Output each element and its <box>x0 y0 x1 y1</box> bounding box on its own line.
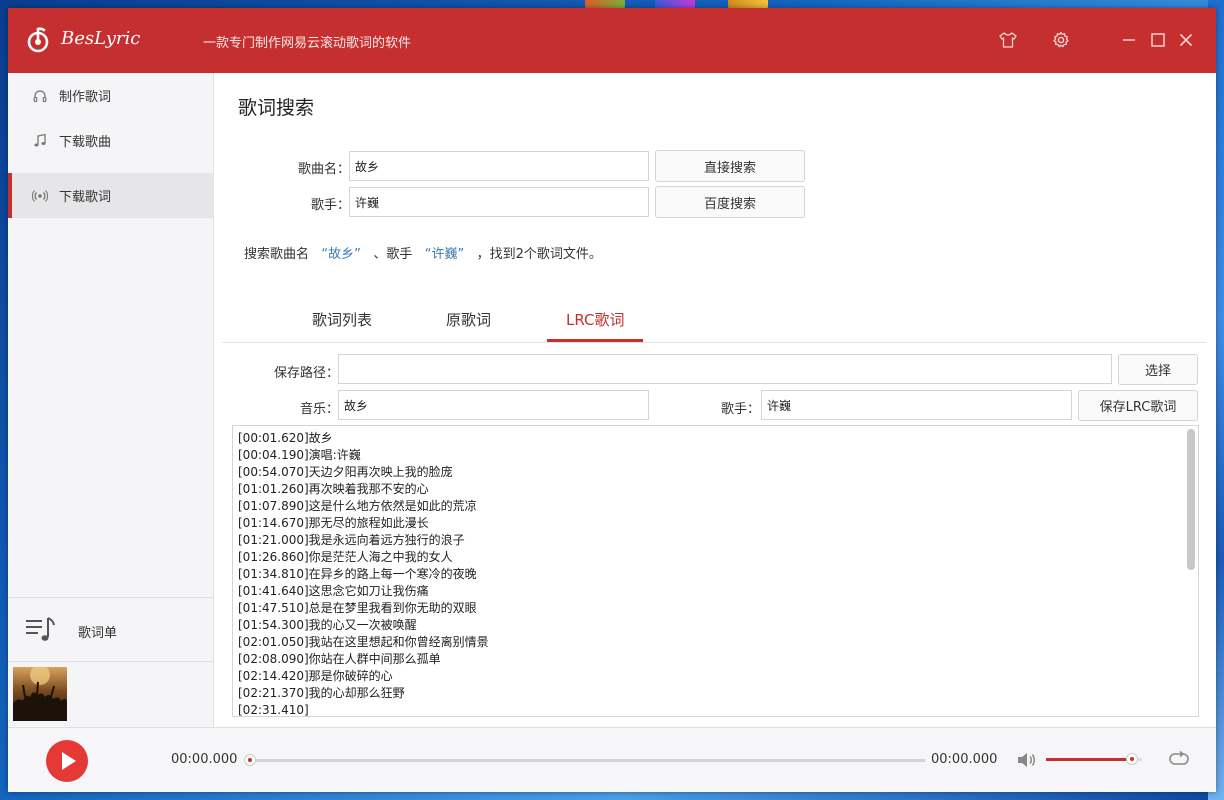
lrc-lyrics-textarea[interactable]: [00:01.620]故乡 [00:04.190]演唱:许巍 [00:54.07… <box>232 425 1199 717</box>
sidebar-item-make-lyrics[interactable]: 制作歌词 <box>8 73 213 118</box>
sidebar-item-download-songs[interactable]: 下载歌曲 <box>8 118 213 163</box>
tab-lrc-lyrics[interactable]: LRC歌词 <box>566 309 625 330</box>
volume-knob[interactable] <box>1125 753 1138 765</box>
music-note-icon <box>32 133 48 149</box>
music-label: 音乐： <box>299 402 339 417</box>
app-window: BesLyric 一款专门制作网易云滚动歌词的软件 制作歌词 下载歌曲 下载歌词… <box>8 8 1216 792</box>
volume-level <box>1046 758 1138 761</box>
progress-knob[interactable] <box>244 754 256 766</box>
total-time: 00:00.000 <box>931 752 998 767</box>
volume-icon[interactable] <box>1016 751 1038 769</box>
app-logo-icon <box>27 27 49 53</box>
current-time: 00:00.000 <box>171 752 238 767</box>
lrc-artist-label: 歌手： <box>720 402 760 417</box>
headphones-icon <box>32 88 48 104</box>
sidebar: 制作歌词 下载歌曲 下载歌词 歌词单 <box>8 73 214 727</box>
lyric-list-button[interactable]: 歌词单 <box>8 597 213 662</box>
save-path-label: 保存路径： <box>273 366 339 381</box>
loop-icon[interactable] <box>1168 750 1190 768</box>
search-result-summary: 搜索歌曲名 “故乡” 、歌手 “许巍” ，找到2个歌词文件。 <box>244 243 602 262</box>
song-name-label: 歌曲名： <box>297 162 350 177</box>
tab-lyric-list[interactable]: 歌词列表 <box>312 309 372 330</box>
radio-icon <box>32 188 48 204</box>
skin-icon[interactable] <box>996 28 1020 52</box>
app-name: BesLyric <box>61 28 141 49</box>
result-artist: “许巍” <box>424 247 465 262</box>
close-icon[interactable] <box>1174 28 1198 52</box>
artist-label: 歌手： <box>310 198 350 213</box>
result-mid: 、歌手 <box>373 247 413 262</box>
choose-path-button[interactable]: 选择 <box>1118 354 1198 385</box>
sidebar-item-label: 下载歌词 <box>59 190 112 205</box>
result-prefix: 搜索歌曲名 <box>244 247 310 262</box>
music-input[interactable]: 故乡 <box>338 390 649 420</box>
lrc-lyrics-text: [00:01.620]故乡 [00:04.190]演唱:许巍 [00:54.07… <box>238 431 489 717</box>
direct-search-button[interactable]: 直接搜索 <box>655 150 805 182</box>
active-tab-indicator <box>547 339 643 342</box>
song-name-input[interactable]: 故乡 <box>349 151 649 181</box>
title-bar: BesLyric 一款专门制作网易云滚动歌词的软件 <box>8 8 1216 73</box>
page-title: 歌词搜索 <box>238 97 315 119</box>
main-content: 歌词搜索 歌曲名： 故乡 直接搜索 歌手： 许巍 百度搜索 搜索歌曲名 “故乡”… <box>214 73 1216 727</box>
result-song: “故乡” <box>321 247 361 262</box>
save-lrc-button[interactable]: 保存LRC歌词 <box>1078 390 1198 421</box>
sidebar-item-label: 下载歌曲 <box>59 135 112 150</box>
progress-bar[interactable] <box>244 754 925 766</box>
player-bar: 00:00.000 00:00.000 <box>8 727 1216 792</box>
playlist-icon <box>26 617 55 641</box>
sidebar-item-label: 制作歌词 <box>59 90 112 105</box>
play-icon <box>62 752 76 770</box>
baidu-search-button[interactable]: 百度搜索 <box>655 186 805 218</box>
result-tabs: 歌词列表 原歌词 LRC歌词 <box>222 295 1206 343</box>
sidebar-item-download-lyrics[interactable]: 下载歌词 <box>8 173 213 218</box>
settings-icon[interactable] <box>1049 28 1073 52</box>
lrc-artist-input[interactable]: 许巍 <box>761 390 1072 420</box>
play-button[interactable] <box>46 740 88 782</box>
artist-input[interactable]: 许巍 <box>349 187 649 217</box>
save-path-input[interactable] <box>338 354 1112 384</box>
lyrics-scrollbar[interactable] <box>1187 429 1195 570</box>
maximize-icon[interactable] <box>1146 28 1170 52</box>
minimize-icon[interactable] <box>1117 28 1141 52</box>
volume-slider[interactable] <box>1046 753 1142 765</box>
tab-original-lyrics[interactable]: 原歌词 <box>446 309 491 330</box>
result-suffix: ，找到2个歌词文件。 <box>476 247 602 262</box>
app-slogan: 一款专门制作网易云滚动歌词的软件 <box>203 36 412 51</box>
album-cover[interactable] <box>13 667 67 721</box>
lyric-list-label: 歌词单 <box>78 626 118 641</box>
